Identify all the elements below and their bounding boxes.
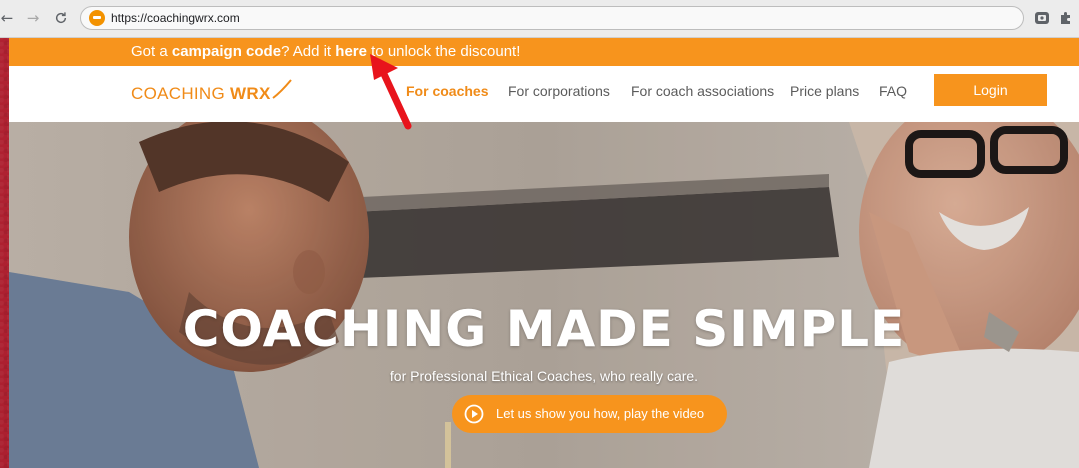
nav-for-corporations[interactable]: For corporations — [508, 83, 610, 99]
logo-wrx: WRX — [230, 84, 271, 103]
hero-section: COACHING MADE SIMPLE for Professional Et… — [9, 122, 1079, 468]
play-circle-icon — [464, 404, 484, 424]
play-video-label: Let us show you how, play the video — [496, 406, 705, 421]
promo-banner: Got a campaign code? Add it here to unlo… — [9, 38, 1079, 66]
site-favicon-icon — [89, 10, 105, 26]
extension-icon[interactable] — [1034, 10, 1050, 26]
reload-icon — [55, 12, 67, 24]
promo-prefix: Got a — [131, 43, 172, 60]
site-header: COACHING WRX For coaches For corporation… — [9, 66, 1079, 122]
back-button[interactable]: ← — [0, 9, 16, 27]
puzzle-icon[interactable] — [1058, 10, 1074, 26]
login-button[interactable]: Login — [934, 74, 1047, 106]
annotation-arrow-icon — [370, 54, 412, 130]
promo-middle: ? Add it — [281, 43, 336, 60]
promo-here-link[interactable]: here — [335, 43, 367, 60]
nav-for-coaches[interactable]: For coaches — [406, 83, 488, 99]
site-logo[interactable]: COACHING WRX — [131, 84, 271, 104]
nav-price-plans[interactable]: Price plans — [790, 83, 859, 99]
url-text: https://coachingwrx.com — [111, 11, 240, 25]
browser-window: ← → https://coachingwrx.com Got a campai… — [0, 0, 1079, 468]
nav-faq[interactable]: FAQ — [879, 83, 907, 99]
web-page: Got a campaign code? Add it here to unlo… — [9, 38, 1079, 468]
reload-button[interactable] — [52, 9, 70, 27]
logo-swoosh-icon — [272, 79, 292, 99]
hero-subtitle: for Professional Ethical Coaches, who re… — [389, 368, 699, 384]
browser-toolbar: ← → https://coachingwrx.com — [0, 0, 1079, 38]
logo-text: COACHING — [131, 84, 231, 103]
hero-title: COACHING MADE SIMPLE — [182, 300, 906, 358]
nav-for-coach-associations[interactable]: For coach associations — [631, 83, 774, 99]
promo-text: Got a campaign code? Add it here to unlo… — [131, 38, 520, 66]
address-bar[interactable]: https://coachingwrx.com — [80, 6, 1024, 30]
promo-campaign-code: campaign code — [171, 43, 282, 60]
forward-button[interactable]: → — [24, 9, 42, 27]
play-video-button[interactable]: Let us show you how, play the video — [452, 395, 727, 433]
